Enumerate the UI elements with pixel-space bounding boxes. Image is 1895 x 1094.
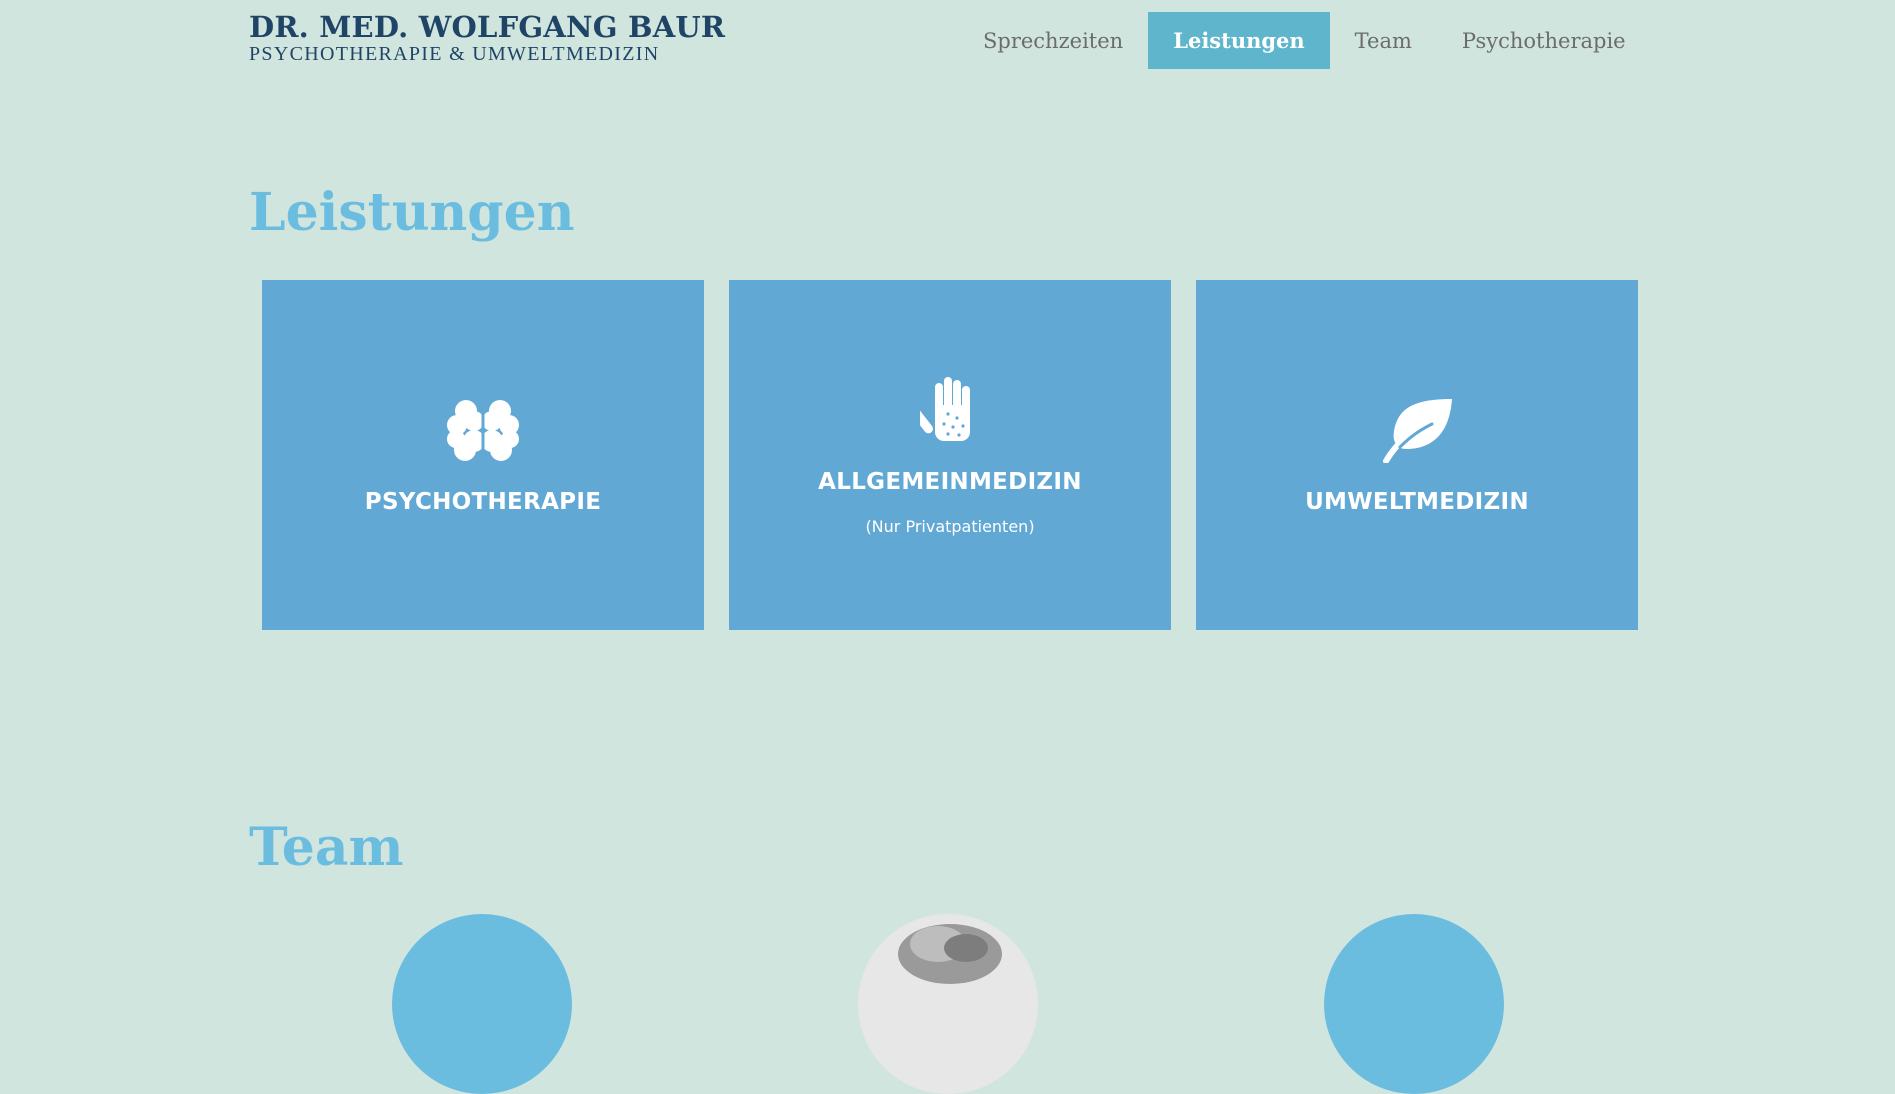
card-title: ALLGEMEINMEDIZIN <box>818 468 1082 495</box>
card-psychotherapie[interactable]: PSYCHOTHERAPIE <box>262 280 704 630</box>
team-avatar[interactable] <box>392 914 572 1094</box>
card-allgemeinmedizin[interactable]: ALLGEMEINMEDIZIN (Nur Privatpatienten) <box>729 280 1171 630</box>
nav-item-psychotherapie[interactable]: Psychotherapie <box>1437 12 1651 69</box>
hand-icon <box>913 375 987 445</box>
site-logo[interactable]: DR. MED. WOLFGANG BAUR PSYCHOTHERAPIE & … <box>249 10 725 64</box>
logo-subtitle: PSYCHOTHERAPIE & UMWELTMEDIZIN <box>249 43 660 65</box>
team-avatar-photo[interactable] <box>858 914 1038 1094</box>
site-header: DR. MED. WOLFGANG BAUR PSYCHOTHERAPIE & … <box>0 0 1895 80</box>
nav-item-team[interactable]: Team <box>1330 12 1437 69</box>
leaf-icon <box>1380 395 1454 465</box>
nav-item-sprechzeiten[interactable]: Sprechzeiten <box>958 12 1148 69</box>
card-title: UMWELTMEDIZIN <box>1305 489 1529 515</box>
service-cards: PSYCHOTHERAPIE ALLGEMEINMEDIZIN (Nur Pri… <box>262 280 1638 630</box>
card-title: PSYCHOTHERAPIE <box>364 489 602 515</box>
card-umweltmedizin[interactable]: UMWELTMEDIZIN <box>1196 280 1638 630</box>
brain-icon <box>446 395 520 465</box>
logo-name: DR. MED. WOLFGANG BAUR <box>249 10 726 44</box>
main-nav: Sprechzeiten Leistungen Team Psychothera… <box>958 12 1651 69</box>
team-avatar[interactable] <box>1324 914 1504 1094</box>
section-title-team: Team <box>249 817 404 878</box>
card-subtitle: (Nur Privatpatienten) <box>865 516 1035 536</box>
section-title-leistungen: Leistungen <box>249 182 575 243</box>
nav-item-leistungen[interactable]: Leistungen <box>1148 12 1330 69</box>
